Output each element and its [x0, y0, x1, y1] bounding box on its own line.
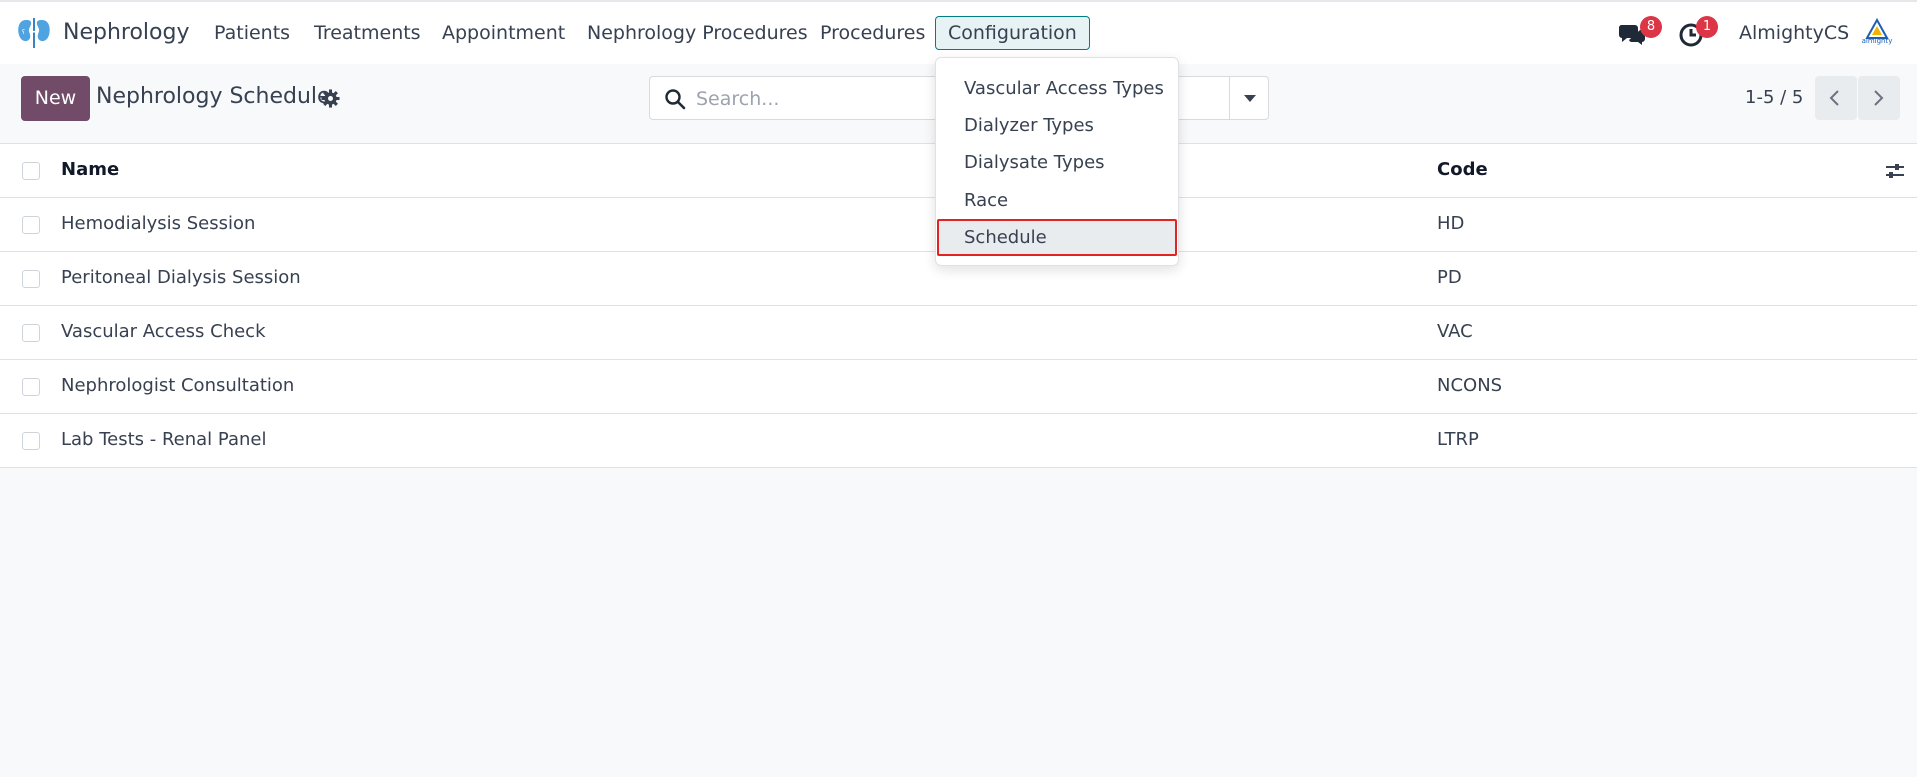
row-name[interactable]: Vascular Access Check	[61, 321, 266, 342]
activities-badge: 1	[1696, 16, 1718, 38]
row-name[interactable]: Lab Tests - Renal Panel	[61, 429, 266, 450]
menu-patients[interactable]: Patients	[214, 22, 290, 44]
row-checkbox[interactable]	[22, 270, 40, 288]
row-checkbox[interactable]	[22, 378, 40, 396]
row-code[interactable]: HD	[1437, 213, 1464, 234]
pager-previous-button[interactable]	[1815, 76, 1857, 120]
chevron-right-icon	[1874, 90, 1884, 106]
menu-nephrology-procedures[interactable]: Nephrology Procedures	[587, 22, 808, 44]
column-header-name[interactable]: Name	[61, 159, 119, 180]
menu-item-vascular-access-types[interactable]: Vascular Access Types	[937, 70, 1177, 107]
menu-configuration[interactable]: Configuration	[935, 16, 1090, 50]
kidney-icon[interactable]: ʕ	[16, 14, 52, 50]
menu-treatments[interactable]: Treatments	[314, 22, 421, 44]
row-checkbox[interactable]	[22, 216, 40, 234]
new-button[interactable]: New	[21, 76, 90, 121]
messages-badge: 8	[1640, 16, 1662, 38]
row-name[interactable]: Peritoneal Dialysis Session	[61, 267, 301, 288]
pager-next-button[interactable]	[1858, 76, 1900, 120]
menu-procedures[interactable]: Procedures	[820, 22, 925, 44]
select-all-checkbox[interactable]	[22, 162, 40, 180]
row-code[interactable]: VAC	[1437, 321, 1473, 342]
breadcrumb: Nephrology Schedule	[96, 84, 331, 109]
menu-appointment[interactable]: Appointment	[442, 22, 565, 44]
company-logo-text: almighty	[1861, 37, 1893, 45]
empty-area	[0, 472, 1917, 777]
menu-item-dialyzer-types[interactable]: Dialyzer Types	[937, 107, 1177, 144]
row-code[interactable]: NCONS	[1437, 375, 1502, 396]
user-menu[interactable]: AlmightyCS	[1739, 22, 1849, 44]
table-row[interactable]: Vascular Access Check VAC	[0, 306, 1917, 360]
menu-item-dialysate-types[interactable]: Dialysate Types	[937, 144, 1177, 181]
row-name[interactable]: Nephrologist Consultation	[61, 375, 294, 396]
optional-columns-icon[interactable]	[1884, 160, 1906, 182]
row-code[interactable]: PD	[1437, 267, 1462, 288]
gear-icon[interactable]	[321, 89, 340, 108]
menu-item-schedule[interactable]: Schedule	[937, 219, 1177, 256]
row-code[interactable]: LTRP	[1437, 429, 1479, 450]
row-name[interactable]: Hemodialysis Session	[61, 213, 255, 234]
main-navbar: ʕ Nephrology Patients Treatments Appoint…	[0, 2, 1917, 64]
table-row[interactable]: Nephrologist Consultation NCONS	[0, 360, 1917, 414]
column-header-code[interactable]: Code	[1437, 159, 1488, 180]
configuration-dropdown: Vascular Access Types Dialyzer Types Dia…	[935, 57, 1179, 266]
search-options-toggle[interactable]	[1229, 76, 1269, 120]
pager-value[interactable]: 1-5 / 5	[1745, 87, 1803, 108]
menu-item-race[interactable]: Race	[937, 182, 1177, 219]
chevron-left-icon	[1829, 90, 1839, 106]
row-checkbox[interactable]	[22, 432, 40, 450]
row-checkbox[interactable]	[22, 324, 40, 342]
app-name[interactable]: Nephrology	[63, 20, 189, 45]
table-row[interactable]: Lab Tests - Renal Panel LTRP	[0, 414, 1917, 468]
search-icon	[665, 89, 686, 110]
svg-text:ʕ: ʕ	[22, 29, 25, 36]
